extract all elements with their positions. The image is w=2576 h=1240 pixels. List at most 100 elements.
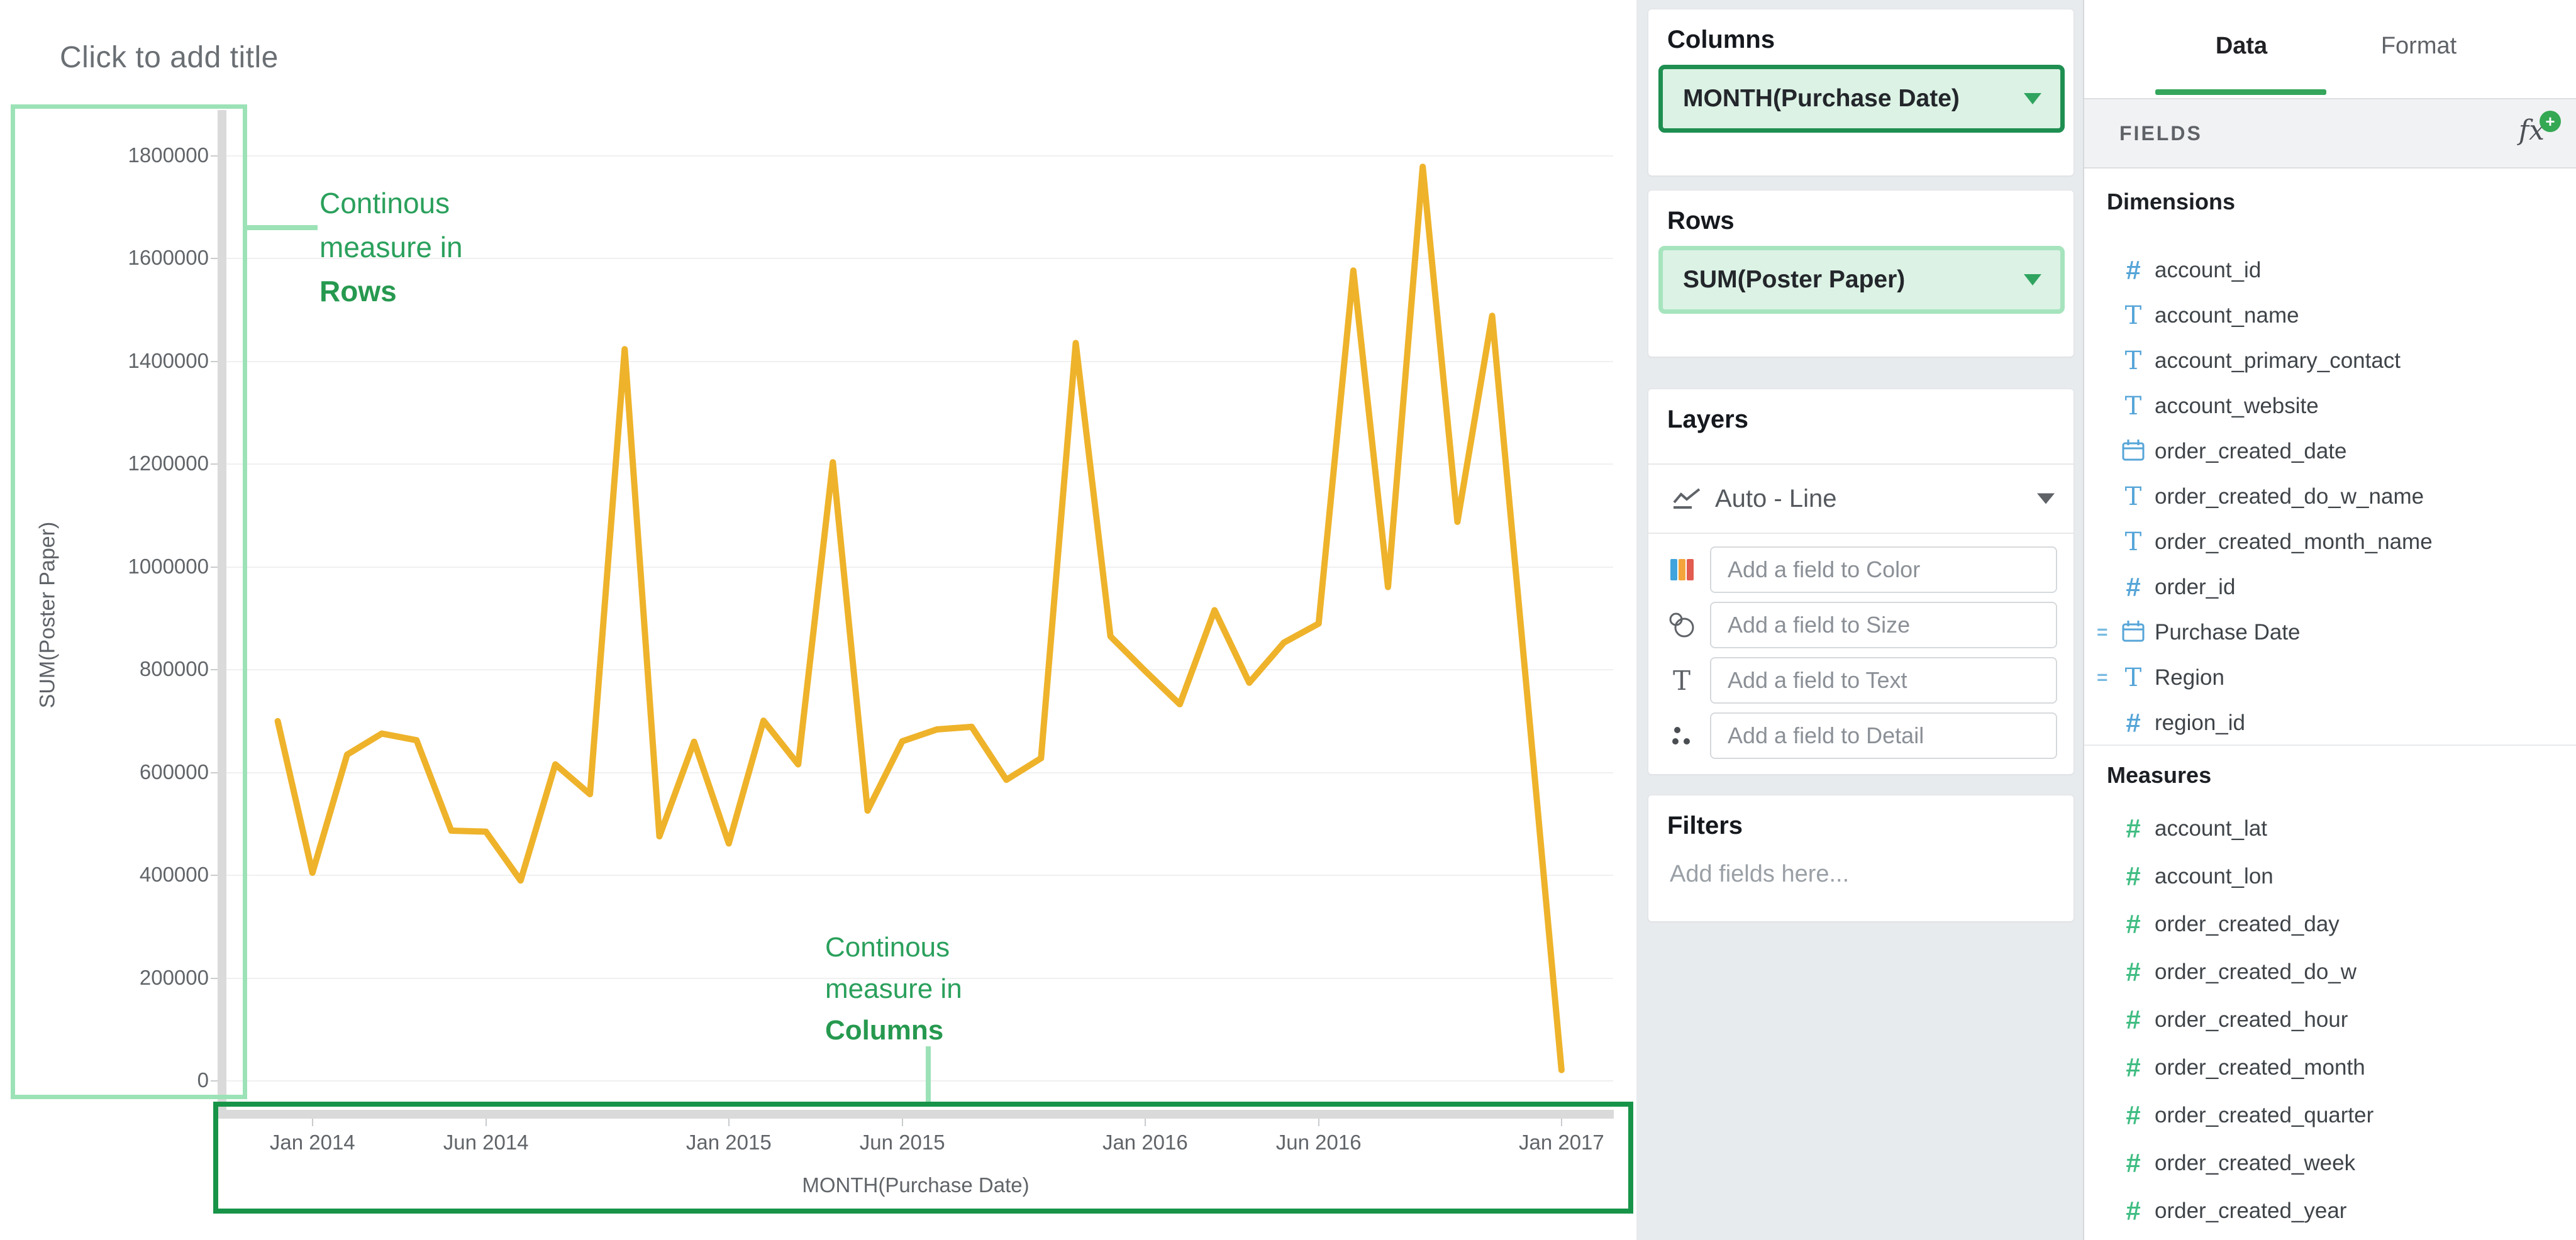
rows-annotation-box (11, 104, 247, 1099)
field-item-order-created-hour[interactable]: # order_created_hour (2084, 996, 2576, 1044)
color-icon (1666, 557, 1697, 582)
text-type-icon: T (2118, 663, 2148, 692)
number-icon: # (2118, 1053, 2148, 1083)
number-icon: # (2118, 255, 2148, 285)
columns-pill[interactable]: MONTH(Purchase Date) (1658, 65, 2065, 133)
field-label: order_created_month (2155, 1055, 2365, 1080)
calculated-field-equals: = (2097, 667, 2118, 689)
field-item-account-lon[interactable]: # account_lon (2084, 853, 2576, 900)
dropzone-placeholder: Add a field to Size (1728, 612, 1910, 638)
plus-icon: + (2540, 111, 2561, 132)
layer-target-detail: Add a field to Detail (1648, 712, 2075, 759)
field-item-account-website[interactable]: Taccount_website (2084, 384, 2576, 429)
visualization-builder: Click to add title 020000040000060000080… (0, 0, 2576, 1240)
number-icon: # (2118, 1005, 2148, 1035)
active-tab-indicator (2155, 89, 2326, 95)
annotation-text: Continous (825, 927, 962, 968)
field-label: account_id (2155, 258, 2261, 283)
field-label: account_name (2155, 303, 2299, 328)
number-icon: # (2118, 1148, 2148, 1178)
columns-shelf-label: Columns (1667, 26, 1775, 54)
field-item-region[interactable]: =T Region (2084, 655, 2576, 700)
columns-annotation: Continous measure in Columns (825, 927, 962, 1051)
columns-shelf: Columns MONTH(Purchase Date) (1648, 9, 2074, 176)
dropzone-placeholder: Add a field to Color (1728, 556, 1920, 583)
text-type-icon: T (2118, 346, 2148, 375)
field-label: order_created_hour (2155, 1007, 2348, 1032)
calendar-icon (2118, 619, 2148, 647)
text-type-icon: T (2118, 528, 2148, 556)
field-label: order_created_do_w_name (2155, 484, 2424, 509)
layer-target-color: Add a field to Color (1648, 546, 2075, 593)
field-item-region-id[interactable]: # region_id (2084, 700, 2576, 746)
field-label: Purchase Date (2155, 620, 2301, 645)
chevron-down-icon[interactable] (2024, 93, 2041, 104)
annotation-text-bold: Columns (825, 1010, 962, 1051)
field-item-account-lat[interactable]: #account_lat (2084, 805, 2576, 853)
field-label: Region (2155, 665, 2224, 690)
columns-annotation-connector (926, 1046, 931, 1102)
data-panel: Data Format FIELDS fx+ Dimensions #accou… (2083, 0, 2576, 1240)
rows-annotation-connector (247, 225, 318, 230)
field-item-purchase-date[interactable]: =Purchase Date (2084, 610, 2576, 655)
color-dropzone[interactable]: Add a field to Color (1710, 546, 2057, 593)
tab-data[interactable]: Data (2216, 33, 2267, 60)
layer-target-size: Add a field to Size (1648, 602, 2075, 648)
number-icon: # (2118, 909, 2148, 939)
chart-canvas: Click to add title 020000040000060000080… (0, 0, 1636, 1240)
field-item-account-id[interactable]: # account_id (2084, 248, 2576, 293)
filters-dropzone[interactable]: Add fields here... (1670, 861, 1849, 888)
field-item-account-name[interactable]: Taccount_name (2084, 293, 2576, 338)
rows-pill-label: SUM(Poster Paper) (1683, 266, 1905, 294)
text-dropzone[interactable]: Add a field to Text (1710, 657, 2057, 704)
field-label: order_created_date (2155, 439, 2347, 464)
columns-annotation-box (213, 1102, 1633, 1214)
detail-icon (1666, 724, 1697, 747)
field-label: order_created_month_name (2155, 529, 2433, 555)
mark-type-selector[interactable]: Auto - Line (1648, 463, 2074, 534)
field-label: region_id (2155, 711, 2245, 736)
size-dropzone[interactable]: Add a field to Size (1710, 602, 2057, 648)
number-icon: # (2118, 708, 2148, 738)
field-item-account-primary-contact[interactable]: Taccount_primary_contact (2084, 338, 2576, 384)
measures-header: Measures (2107, 762, 2211, 789)
field-item-order-created-date[interactable]: order_created_date (2084, 429, 2576, 474)
field-item-order-created-quarter[interactable]: # order_created_quarter (2084, 1092, 2576, 1139)
text-type-icon: T (2118, 482, 2148, 511)
annotation-text: measure in (825, 968, 962, 1010)
field-label: account_lon (2155, 864, 2273, 889)
chevron-down-icon[interactable] (2037, 494, 2055, 504)
field-item-order-created-day[interactable]: # order_created_day (2084, 900, 2576, 948)
shelf-panel: Columns MONTH(Purchase Date) Rows SUM(Po… (1636, 0, 2083, 1240)
number-icon: # (2118, 814, 2148, 844)
field-label: account_website (2155, 394, 2319, 419)
field-item-order-id[interactable]: #order_id (2084, 565, 2576, 610)
field-item-order-created-month[interactable]: # order_created_month (2084, 1044, 2576, 1092)
field-item-order-created-do-w[interactable]: #order_created_do_w (2084, 948, 2576, 996)
field-item-order-created-year[interactable]: #order_created_year (2084, 1187, 2576, 1235)
rows-pill[interactable]: SUM(Poster Paper) (1658, 246, 2065, 314)
columns-pill-label: MONTH(Purchase Date) (1683, 85, 1960, 113)
number-icon: # (2118, 572, 2148, 602)
chevron-down-icon[interactable] (2024, 274, 2041, 285)
add-calculated-field-icon[interactable]: fx+ (2519, 114, 2545, 147)
field-label: account_primary_contact (2155, 348, 2401, 374)
layer-target-text: TAdd a field to Text (1648, 657, 2075, 704)
rows-shelf-label: Rows (1667, 207, 1735, 235)
dimensions-list: #account_idTaccount_nameTaccount_primary… (2084, 248, 2576, 746)
number-icon: # (2118, 861, 2148, 892)
list-divider (2084, 745, 2576, 746)
tab-format[interactable]: Format (2381, 33, 2457, 60)
field-label: order_created_day (2155, 912, 2340, 937)
layers-shelf-label: Layers (1667, 406, 1748, 434)
number-icon: # (2118, 1100, 2148, 1131)
text-type-icon: T (2118, 301, 2148, 330)
annotation-text-bold: Rows (319, 269, 463, 313)
field-item-order-created-month-name[interactable]: Torder_created_month_name (2084, 519, 2576, 565)
field-label: order_created_quarter (2155, 1103, 2373, 1128)
detail-dropzone[interactable]: Add a field to Detail (1710, 712, 2057, 759)
field-item-order-created-week[interactable]: #order_created_week (2084, 1139, 2576, 1187)
field-item-order-created-do-w-name[interactable]: Torder_created_do_w_name (2084, 474, 2576, 519)
dropzone-placeholder: Add a field to Detail (1728, 722, 1924, 749)
layers-shelf: Layers Auto - Line Add a field to Color A… (1648, 389, 2074, 775)
